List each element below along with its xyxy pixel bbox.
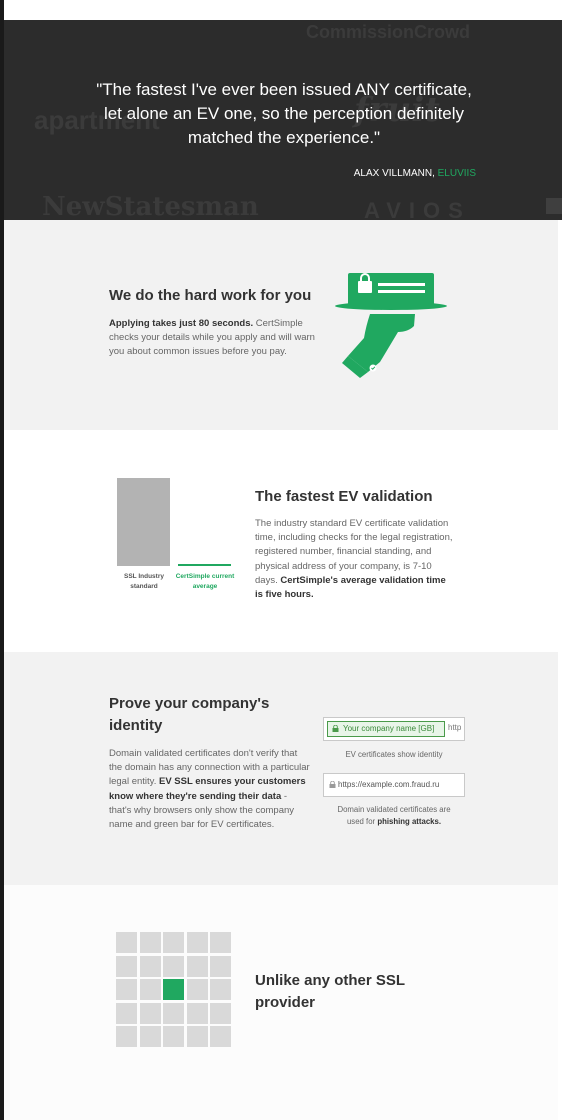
industry-standard-label: SSL Industry standard <box>124 573 164 590</box>
grid-cell <box>210 1002 231 1024</box>
grid-cell-highlighted <box>163 979 184 1000</box>
lock-icon <box>332 725 339 732</box>
ev-caption: EV certificates show identity <box>345 750 443 759</box>
grid-cell <box>210 955 231 977</box>
author-name: ALAX VILLMANN, <box>353 168 438 179</box>
background-logo: AVIOS <box>364 198 471 220</box>
ev-company-badge: Your company name [GB] <box>327 721 445 737</box>
provider-grid-graphic <box>116 932 232 1048</box>
grid-cell <box>210 1026 231 1047</box>
unlike-title: Unlike any other SSL provider <box>255 972 406 1011</box>
grid-cell <box>116 1002 137 1024</box>
hard-work-text: Applying takes just 80 seconds. CertSimp… <box>109 318 315 358</box>
grid-cell <box>139 979 161 1000</box>
testimonial-banner: CommissionCrowd apartment NewStatesman A… <box>4 20 562 220</box>
grid-cell <box>186 955 208 977</box>
testimonial-attribution: ALAX VILLMANN, ELUVIIS <box>254 168 476 179</box>
certsimple-bar <box>178 564 231 566</box>
dv-url: https://example.com.fraud.ru <box>328 780 439 789</box>
author-company-link[interactable]: ELUVIIS <box>438 168 476 179</box>
grid-cell <box>163 1026 184 1047</box>
grid-cell <box>116 955 137 977</box>
certsimple-label: CertSimple current average <box>175 573 235 590</box>
ev-address-bar-example: Your company name [GB] http <box>323 717 465 741</box>
background-logo: CommissionCrowd <box>306 22 471 42</box>
corner-square <box>546 198 562 214</box>
grid-cell <box>163 932 184 953</box>
industry-standard-bar <box>117 478 170 566</box>
fastest-validation-title: The fastest EV validation <box>255 488 433 505</box>
dv-caption: Domain validated certificates are used fo… <box>337 805 451 826</box>
grid-cell <box>116 979 137 1000</box>
grid-cell <box>163 955 184 977</box>
background-logo: NewStatesman <box>42 192 259 220</box>
grid-cell <box>139 1026 161 1047</box>
grid-cell <box>210 932 231 953</box>
identity-text: Domain validated certificates don't veri… <box>109 748 310 831</box>
hard-work-title: We do the hard work for you <box>109 287 312 304</box>
grid-cell <box>186 1002 208 1024</box>
testimonial-quote: "The fastest I've ever been issued ANY c… <box>96 80 472 147</box>
lock-icon <box>329 781 336 788</box>
grid-cell <box>186 932 208 953</box>
grid-cell <box>186 1026 208 1047</box>
identity-title: Prove your company's identity <box>109 695 270 734</box>
grid-cell <box>116 932 137 953</box>
grid-cell <box>116 1026 137 1047</box>
dv-address-bar-example: https://example.com.fraud.ru <box>323 773 465 797</box>
grid-cell <box>186 979 208 1000</box>
grid-cell <box>210 979 231 1000</box>
validation-time-chart: SSL Industry standard CertSimple current… <box>110 470 240 610</box>
grid-cell <box>139 1002 161 1024</box>
fastest-validation-text: The industry standard EV certificate val… <box>255 518 453 601</box>
grid-cell <box>163 1002 184 1024</box>
grid-cell <box>139 955 161 977</box>
ev-url-text: http <box>448 723 462 732</box>
certificate-on-platter-icon <box>335 273 447 378</box>
grid-cell <box>139 932 161 953</box>
